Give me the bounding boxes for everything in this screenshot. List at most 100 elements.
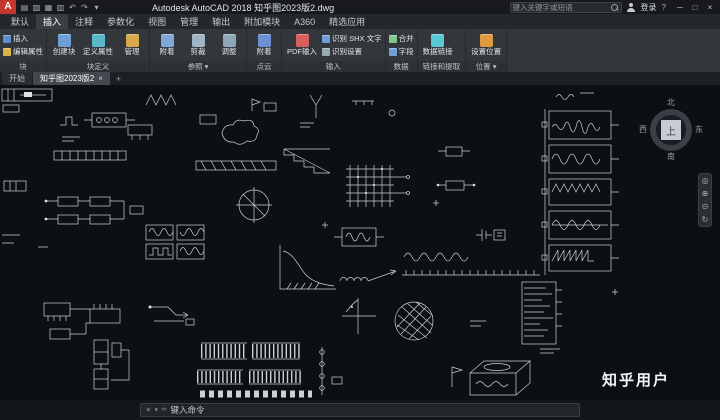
ribbon-tab-9[interactable]: A360	[287, 14, 322, 29]
attach-reference-button[interactable]: 附着	[153, 34, 181, 56]
search-icon[interactable]	[610, 3, 619, 12]
viewcube-west-label[interactable]: 西	[639, 126, 647, 134]
command-prompt[interactable]: 键入命令	[170, 404, 204, 416]
figure-top-left-cluster	[60, 94, 396, 145]
figure-flow-arrows	[148, 305, 195, 326]
drawing-canvas[interactable]	[0, 85, 720, 400]
clip-button[interactable]: 剪裁	[184, 34, 212, 56]
model-space[interactable]: 上 北 南 西 东 ◎ ⊕ ⊙ ↻ 知乎用户	[0, 85, 720, 400]
recognition-settings-button[interactable]: 识别设置	[322, 46, 382, 57]
viewcube-east-label[interactable]: 东	[695, 126, 703, 134]
orbit-icon[interactable]: ↻	[702, 215, 709, 224]
viewcube-north-label[interactable]: 北	[667, 99, 675, 107]
view-cube[interactable]: 上 北 南 西 东	[639, 99, 703, 161]
viewcube-south-label[interactable]: 南	[667, 153, 675, 161]
ribbon-panel-1: 插入 编辑属性块	[0, 29, 47, 72]
figure-annotations	[2, 180, 618, 385]
zoom-icon[interactable]: ⊙	[702, 202, 709, 211]
help-search-box[interactable]	[509, 1, 622, 13]
ribbon-panel-label-5[interactable]: 输入	[282, 61, 385, 72]
customize-command-icon[interactable]: ▾	[154, 406, 159, 414]
sign-in-button[interactable]: 登录	[641, 2, 657, 13]
figure-ledger-block	[521, 281, 562, 354]
combine-button[interactable]: 合并	[388, 33, 414, 44]
viewcube-top-face[interactable]: 上	[661, 120, 681, 140]
recognize-shx-button[interactable]: 识别 SHX 文字	[322, 33, 382, 44]
close-command-icon[interactable]: ×	[146, 406, 151, 414]
ribbon-tab-3[interactable]: 注释	[68, 14, 100, 29]
ribbon-panel-label-7[interactable]: 链接和提取	[417, 61, 466, 72]
new-file-icon[interactable]: ▤	[19, 1, 30, 13]
help-icon[interactable]: ?	[662, 3, 666, 12]
ribbon-tab-10[interactable]: 精选应用	[322, 14, 372, 29]
command-line[interactable]: × ▾ ⌨ 键入命令	[140, 403, 580, 417]
navigation-wheel-icon[interactable]: ◎	[702, 176, 709, 185]
clip-icon	[191, 34, 205, 48]
redo-icon[interactable]: ↷	[79, 1, 90, 13]
insert-block-button[interactable]: 插入	[3, 33, 43, 44]
ribbon-tab-4[interactable]: 参数化	[100, 14, 141, 29]
pan-hand-icon[interactable]: ⊕	[702, 189, 709, 198]
figure-dominoes	[93, 339, 130, 390]
user-icon[interactable]	[627, 2, 636, 12]
autocad-logo[interactable]: A	[0, 0, 16, 14]
pointcloud-attach-button[interactable]: 附着	[250, 34, 278, 56]
command-line-icons: × ▾ ⌨	[146, 406, 166, 414]
ribbon-tab-bar: 默认 插入 注释 参数化 视图 管理 输出 附加模块 A360 精选应用	[0, 14, 720, 29]
create-block-icon	[57, 34, 71, 48]
recognition-settings-icon	[322, 47, 330, 56]
ribbon-panel-3: 附着 剪裁 调整参照 ▾	[150, 29, 247, 72]
ribbon-panel-4: 附着 点云	[247, 29, 282, 72]
workspace-dropdown-icon[interactable]: ▾	[91, 1, 102, 13]
define-attributes-button[interactable]: 定义属性	[81, 34, 115, 56]
ribbon-tab-8[interactable]: 附加模块	[237, 14, 287, 29]
figure-circle-target	[236, 187, 272, 223]
save-icon[interactable]: ▦	[43, 1, 54, 13]
minimize-button[interactable]: ─	[673, 1, 687, 14]
combine-icon	[388, 34, 397, 43]
create-block-button[interactable]: 创建块	[50, 34, 78, 56]
figure-small-component	[436, 146, 476, 191]
file-tab-2[interactable]: 知乎图2023版2 ×	[33, 72, 110, 85]
pdf-import-button[interactable]: PDF输入	[285, 34, 319, 56]
ribbon-panel-label-6[interactable]: 数据	[385, 61, 417, 72]
ribbon-tab-1[interactable]: 默认	[4, 14, 36, 29]
print-icon[interactable]: ▥	[55, 1, 66, 13]
ribbon-tab-5[interactable]: 视图	[141, 14, 173, 29]
field-button[interactable]: 字段	[388, 46, 414, 57]
ribbon: 插入 编辑属性块创建块 定义属性 管理 块定义 附着 剪裁 调整 参照 ▾ 附着 点云 PDF输入 识别…	[0, 29, 720, 72]
figure-left-ics	[43, 302, 121, 340]
title-bar: A ▤ ▧ ▦ ▥ ↶ ↷ ▾ Autodesk AutoCAD 2018 知乎图2023版…	[0, 0, 720, 14]
ribbon-panel-2: 创建块 定义属性 管理块定义	[47, 29, 150, 72]
manage-attributes-button[interactable]: 管理	[118, 34, 146, 56]
keyboard-icon[interactable]: ⌨	[162, 406, 167, 414]
maximize-button[interactable]: □	[688, 1, 702, 14]
adjust-icon	[222, 34, 236, 48]
ribbon-panel-label-4[interactable]: 点云	[247, 61, 281, 72]
undo-icon[interactable]: ↶	[67, 1, 78, 13]
close-tab-icon[interactable]: ×	[98, 74, 103, 83]
adjust-button[interactable]: 调整	[215, 34, 243, 56]
ribbon-tab-7[interactable]: 输出	[205, 14, 237, 29]
search-input[interactable]	[512, 2, 610, 12]
close-button[interactable]: ×	[703, 1, 717, 14]
open-file-icon[interactable]: ▧	[31, 1, 42, 13]
field-icon	[388, 47, 397, 56]
file-tab-1[interactable]: 开始	[2, 72, 32, 85]
ribbon-panel-label-3[interactable]: 参照 ▾	[150, 61, 246, 72]
recognize-shx-icon	[322, 34, 330, 43]
ribbon-panel-label-1[interactable]: 块	[0, 61, 46, 72]
ribbon-tab-2[interactable]: 插入	[36, 14, 69, 29]
data-link-button[interactable]: 数据链接	[421, 34, 455, 56]
figure-3d-box	[451, 360, 531, 396]
figure-dimension-bar	[195, 160, 277, 171]
ribbon-panel-label-8[interactable]: 位置 ▾	[466, 61, 507, 72]
navigation-bar: ◎ ⊕ ⊙ ↻	[698, 173, 712, 227]
figure-waveform-grid	[145, 224, 205, 260]
autocad-window: A ▤ ▧ ▦ ▥ ↶ ↷ ▾ Autodesk AutoCAD 2018 知乎图2023版…	[0, 0, 720, 420]
ribbon-panel-label-2[interactable]: 块定义	[47, 61, 149, 72]
edit-attribute-button[interactable]: 编辑属性	[3, 46, 43, 57]
ribbon-tab-6[interactable]: 管理	[173, 14, 205, 29]
set-location-button[interactable]: 设置位置	[469, 34, 503, 56]
new-tab-button[interactable]: +	[111, 72, 126, 85]
